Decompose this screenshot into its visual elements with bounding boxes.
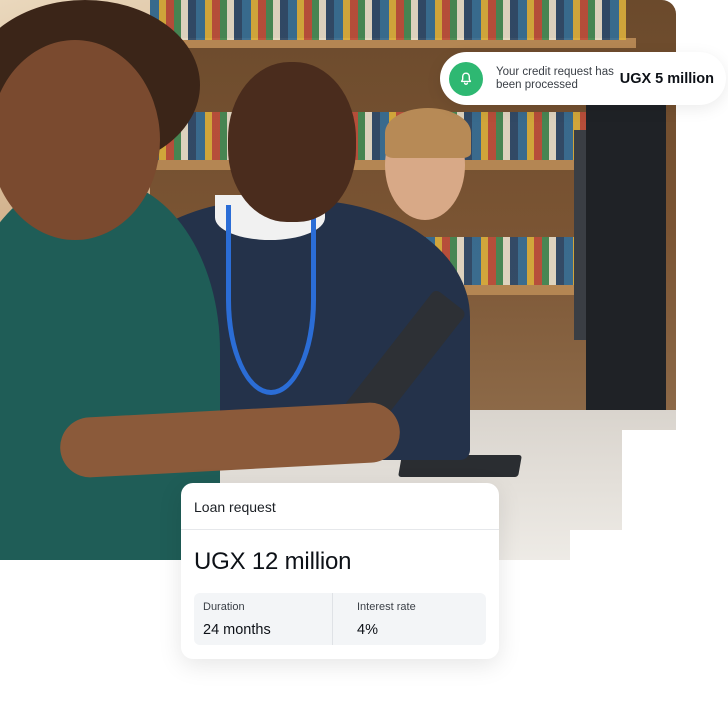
duration-label: Duration (203, 601, 245, 613)
photo-person-background-hair (385, 108, 471, 158)
photo-man-head (228, 62, 356, 222)
photo-books (150, 0, 626, 40)
notification-amount: UGX 5 million (619, 70, 714, 87)
loan-amount: UGX 12 million (194, 548, 352, 575)
detail-duration: Duration 24 months (194, 593, 332, 645)
bell-icon (449, 61, 483, 96)
interest-rate-value: 4% (357, 622, 378, 638)
loan-card-title: Loan request (181, 483, 499, 530)
loan-details: Duration 24 months Interest rate 4% (194, 593, 486, 645)
interest-rate-label: Interest rate (357, 601, 416, 613)
photo-lanyard (226, 205, 316, 395)
photo-monitor (586, 100, 666, 430)
duration-value: 24 months (203, 622, 271, 638)
notification-message: Your credit request has been processed (496, 65, 614, 91)
loan-request-card: Loan request UGX 12 million Duration 24 … (181, 483, 499, 659)
credit-notification: Your credit request has been processed U… (440, 52, 726, 105)
detail-interest-rate: Interest rate 4% (332, 593, 486, 645)
